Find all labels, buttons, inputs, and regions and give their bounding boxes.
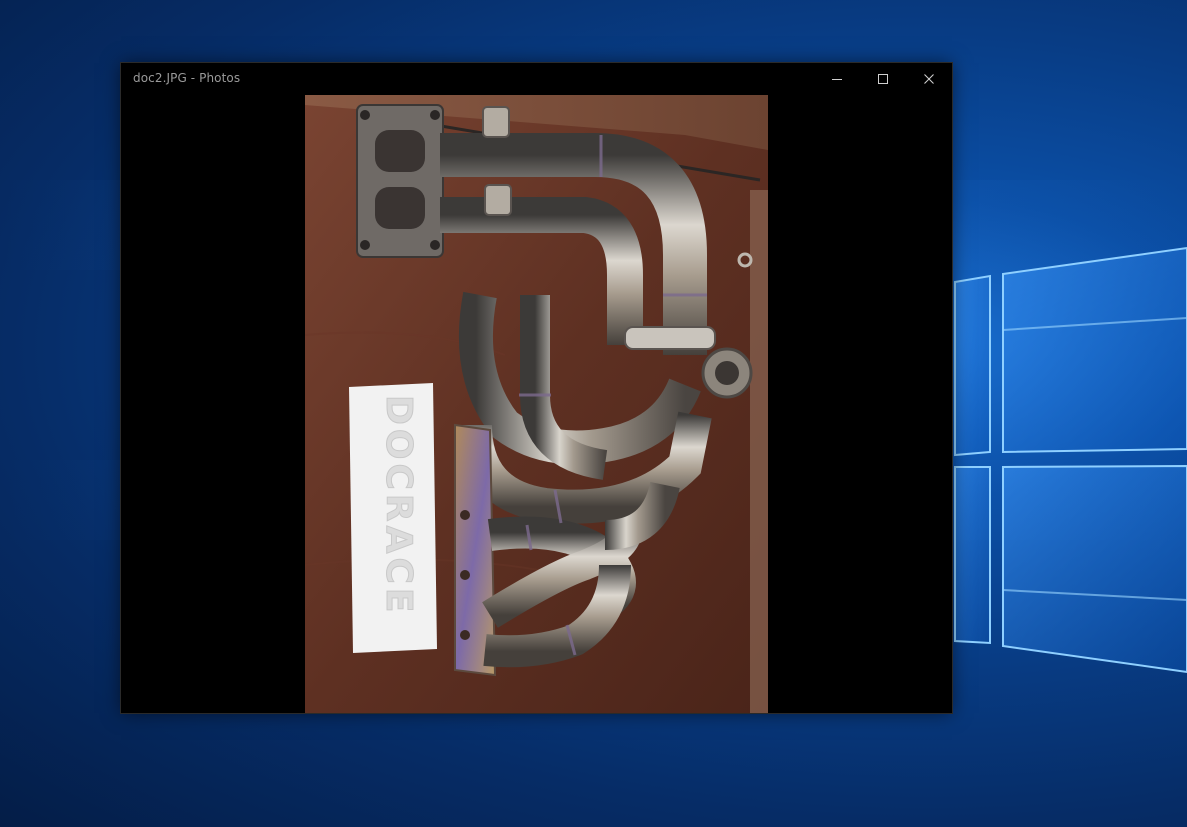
desktop: doc2.JPG - Photos DOCRACE: [0, 0, 1187, 827]
photo-viewer[interactable]: DOCRACE: [305, 95, 768, 713]
window-title: doc2.JPG - Photos: [133, 71, 241, 85]
maximize-button[interactable]: [860, 63, 906, 94]
minimize-icon: [832, 78, 842, 80]
close-icon: [924, 73, 934, 84]
maximize-icon: [878, 73, 888, 84]
photo: DOCRACE: [305, 95, 768, 713]
title-bar[interactable]: doc2.JPG - Photos: [121, 63, 952, 94]
close-button[interactable]: [906, 63, 952, 94]
photos-window[interactable]: doc2.JPG - Photos DOCRACE: [120, 62, 953, 714]
sticker-text: DOCRACE: [378, 395, 419, 617]
minimize-button[interactable]: [814, 63, 860, 94]
